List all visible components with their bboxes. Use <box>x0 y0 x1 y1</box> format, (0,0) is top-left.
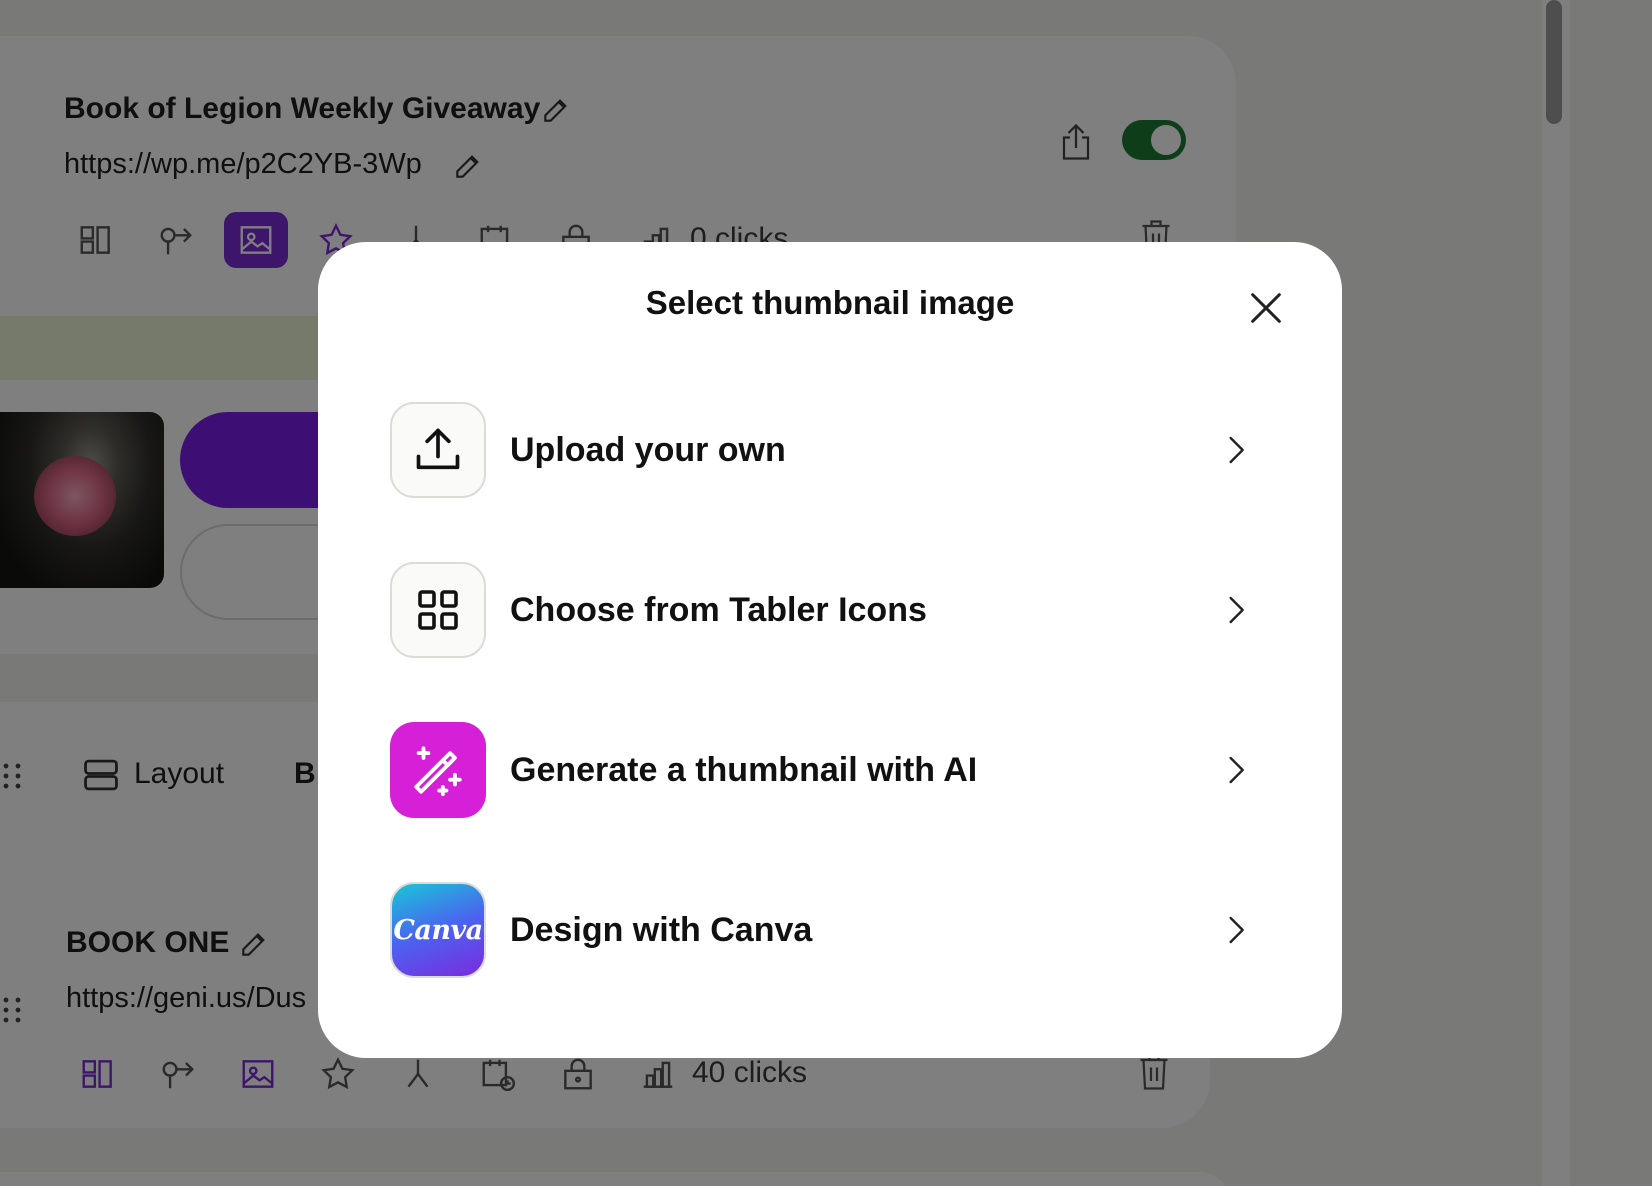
grid-icon <box>418 590 458 630</box>
chevron-right-icon <box>1229 596 1244 624</box>
magic-wand-icon-tile <box>390 722 486 818</box>
option-label: Choose from Tabler Icons <box>510 590 927 629</box>
upload-icon-tile <box>390 402 486 498</box>
chevron-right-icon <box>1229 436 1244 464</box>
option-generate-ai[interactable]: Generate a thumbnail with AI <box>390 722 1270 818</box>
upload-icon <box>416 428 460 470</box>
grid-icon-tile <box>390 562 486 658</box>
modal-title: Select thumbnail image <box>645 284 1015 321</box>
canva-logo-tile: Canva <box>390 882 486 978</box>
chevron-right-icon <box>1229 756 1244 784</box>
option-design-canva[interactable]: Canva Design with Canva <box>390 882 1270 978</box>
option-tabler-icons[interactable]: Choose from Tabler Icons <box>390 562 1270 658</box>
canva-logo: Canva <box>393 914 483 946</box>
magic-wand-icon <box>414 746 462 797</box>
option-label: Design with Canva <box>510 910 813 949</box>
select-thumbnail-modal: Select thumbnail image Upload your own C… <box>318 242 1342 1058</box>
option-label: Upload your own <box>510 430 786 469</box>
option-label: Generate a thumbnail with AI <box>510 750 978 789</box>
close-icon[interactable] <box>1246 288 1286 328</box>
chevron-right-icon <box>1229 916 1244 944</box>
option-upload-your-own[interactable]: Upload your own <box>390 402 1270 498</box>
